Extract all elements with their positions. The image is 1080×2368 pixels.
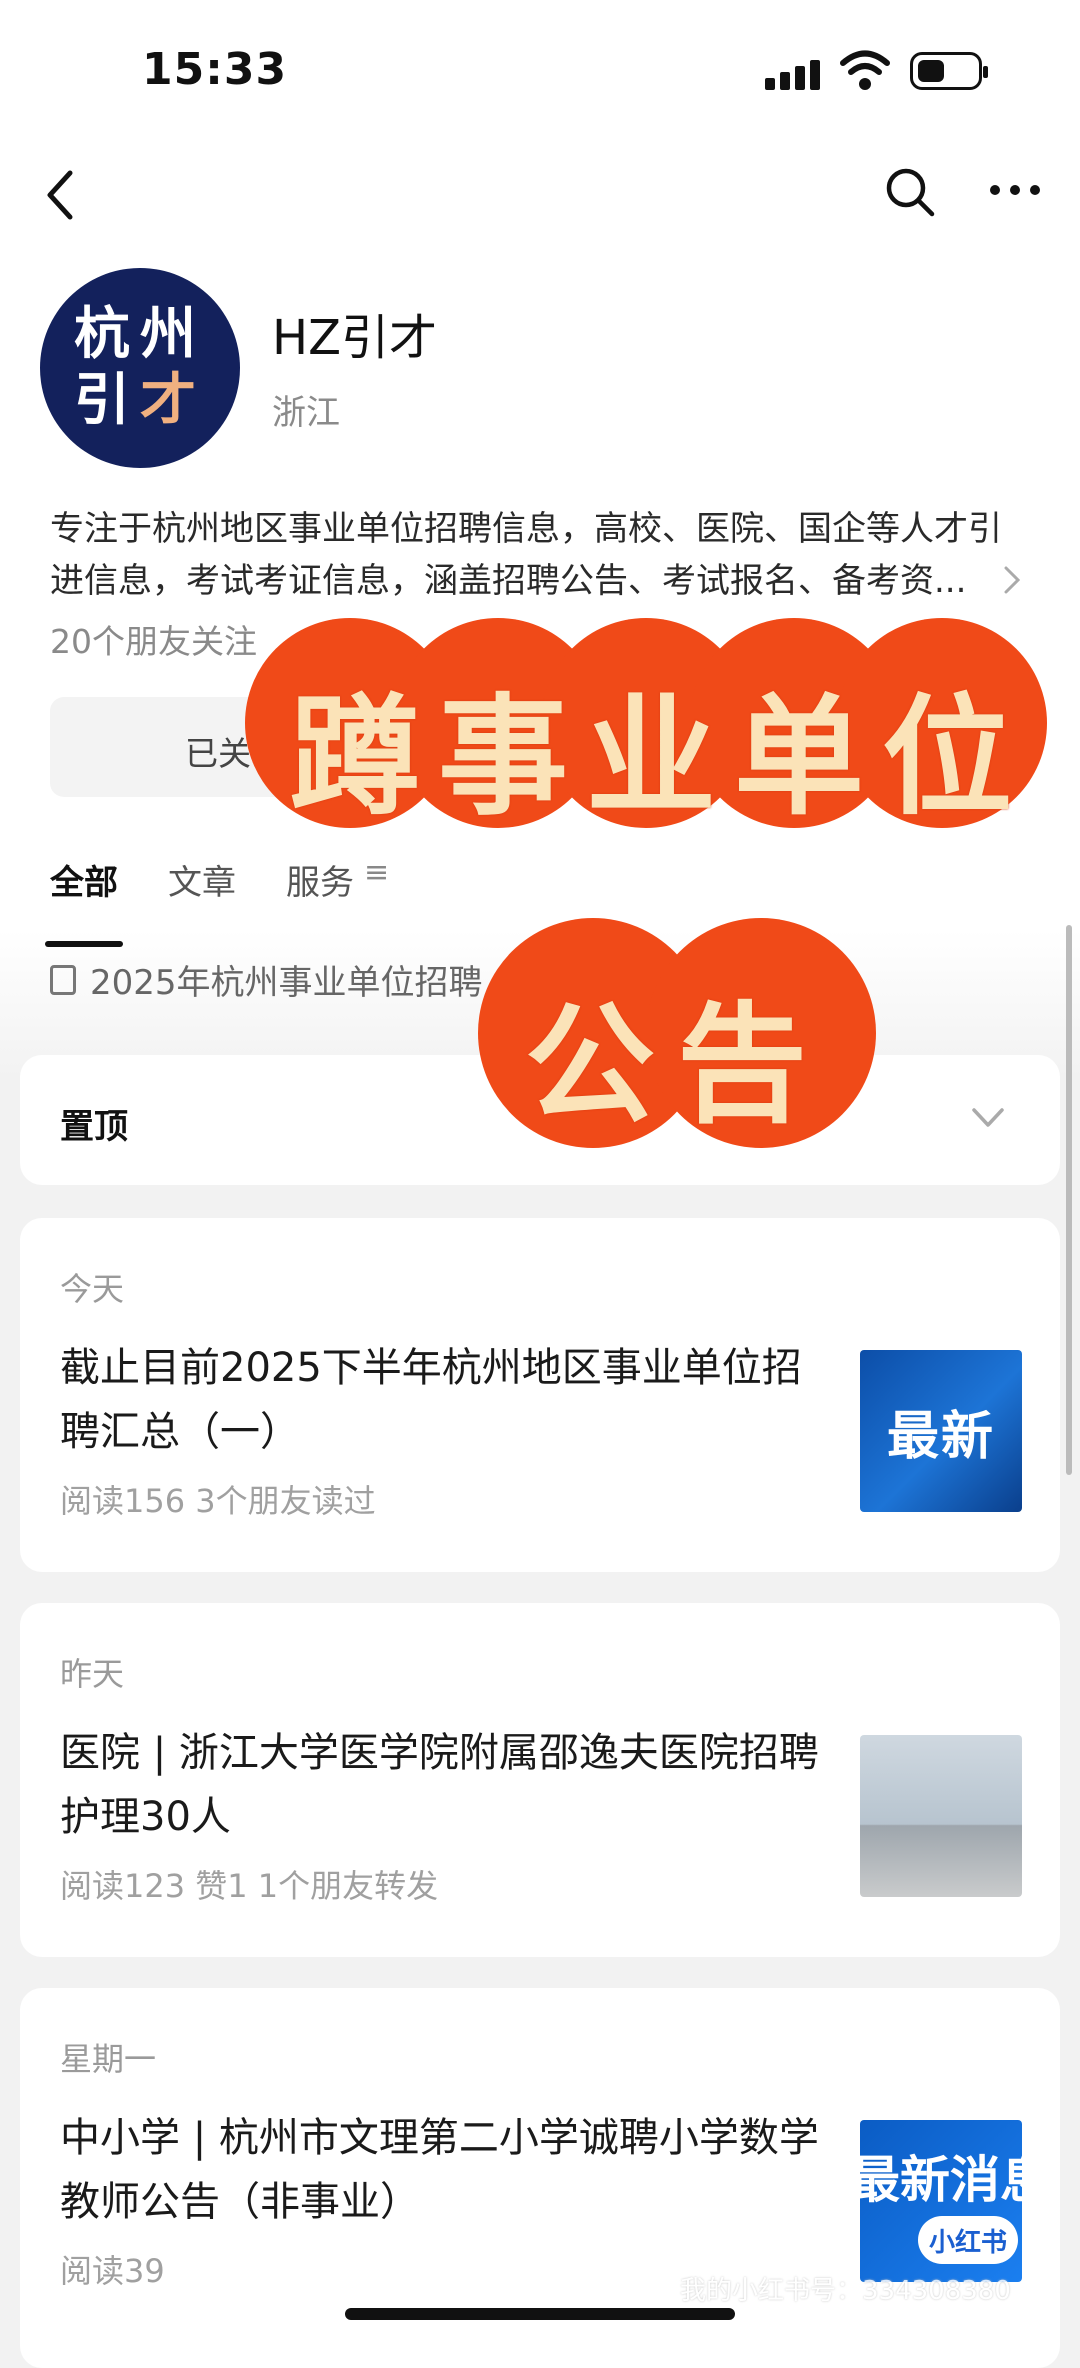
- article-card[interactable]: 昨天 医院 | 浙江大学医学院附属邵逸夫医院招聘护理30人 阅读123 赞1 1…: [20, 1603, 1060, 1957]
- chevron-down-icon[interactable]: [970, 1105, 1006, 1131]
- article-day: 今天: [60, 1270, 125, 1308]
- folder-icon: [50, 964, 76, 995]
- article-day: 昨天: [60, 1655, 125, 1693]
- logo-line2: 引才: [74, 368, 206, 433]
- article-card[interactable]: 今天 截止目前2025下半年杭州地区事业单位招聘汇总（一） 阅读156 3个朋友…: [20, 1218, 1060, 1572]
- pinned-label: 置顶: [60, 1107, 128, 1147]
- article-meta: 阅读39: [60, 2252, 165, 2290]
- account-description[interactable]: 专注于杭州地区事业单位招聘信息，高校、医院、国企等人才引 进信息，考试考证信息，…: [50, 503, 1040, 607]
- status-time: 15:33: [142, 44, 288, 95]
- home-indicator[interactable]: [345, 2308, 735, 2320]
- tab-articles[interactable]: 文章: [168, 855, 236, 925]
- article-meta: 阅读156 3个朋友读过: [60, 1482, 376, 1520]
- collection-notice[interactable]: 2025年杭州事业单位招聘: [50, 955, 483, 1004]
- account-avatar[interactable]: 杭州 引才: [40, 268, 240, 468]
- wifi-icon: [840, 50, 890, 90]
- xiaohongshu-badge: 小红书: [918, 2216, 1018, 2264]
- cellular-signal-icon: [765, 56, 827, 90]
- article-title[interactable]: 中小学 | 杭州市文理第二小学诚聘小学数学教师公告（非事业）: [60, 2106, 840, 2234]
- article-thumbnail[interactable]: 最新消息 小红书: [860, 2120, 1022, 2282]
- account-region: 浙江: [272, 393, 340, 433]
- watermark: 我的小红书号：334308380: [680, 2276, 1011, 2306]
- menu-icon[interactable]: ≡: [364, 855, 389, 925]
- overlay-text-line1: 蹲事业单位: [290, 681, 1031, 833]
- account-name: HZ引才: [272, 310, 437, 366]
- back-arrow-icon[interactable]: [40, 165, 80, 225]
- logo-line1: 杭州: [74, 302, 206, 367]
- article-thumbnail[interactable]: [860, 1735, 1022, 1897]
- article-title[interactable]: 截止目前2025下半年杭州地区事业单位招聘汇总（一）: [60, 1336, 840, 1464]
- overlay-text-line2: 公告: [525, 989, 830, 1141]
- battery-icon: [910, 52, 988, 90]
- tab-bar: 全部 文章 服务 ≡: [45, 855, 389, 947]
- article-thumbnail[interactable]: 最新: [860, 1350, 1022, 1512]
- scrollbar[interactable]: [1066, 925, 1072, 1475]
- article-title[interactable]: 医院 | 浙江大学医学院附属邵逸夫医院招聘护理30人: [60, 1721, 840, 1849]
- tab-all[interactable]: 全部: [45, 855, 123, 947]
- friends-following: 20个朋友关注: [50, 622, 257, 661]
- search-icon[interactable]: [880, 162, 940, 222]
- more-icon[interactable]: [985, 165, 1045, 215]
- tab-services[interactable]: 服务: [286, 855, 354, 925]
- article-day: 星期一: [60, 2040, 157, 2078]
- chevron-right-icon[interactable]: [1000, 562, 1024, 598]
- article-meta: 阅读123 赞1 1个朋友转发: [60, 1867, 439, 1905]
